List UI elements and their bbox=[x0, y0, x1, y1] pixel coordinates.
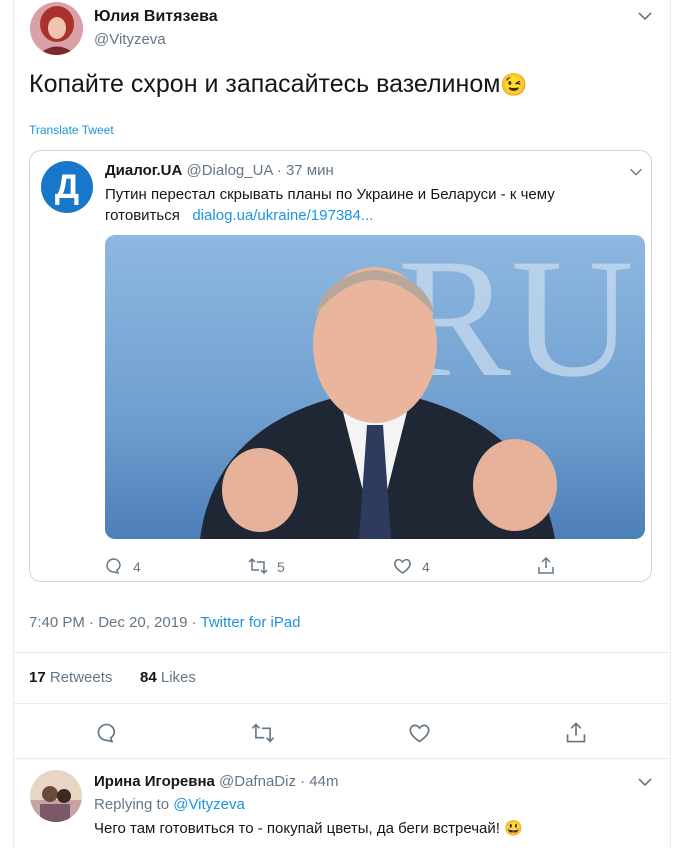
right-border bbox=[670, 0, 671, 848]
reply-author-handle[interactable]: @DafnaDiz bbox=[219, 773, 296, 790]
quoted-author-name[interactable]: Диалог.UA bbox=[105, 162, 182, 179]
author-name[interactable]: Юлия Витязева bbox=[94, 8, 218, 26]
quoted-retweet-count: 5 bbox=[277, 559, 285, 575]
quoted-reply-icon[interactable] bbox=[105, 557, 123, 575]
reply-author-name[interactable]: Ирина Игоревна bbox=[94, 773, 215, 790]
quoted-like-icon[interactable] bbox=[393, 557, 412, 575]
dialog-avatar[interactable]: Д bbox=[41, 161, 93, 213]
reply-time[interactable]: · 44m bbox=[300, 773, 338, 790]
quoted-share-icon[interactable] bbox=[537, 556, 555, 575]
tweet-text: Копайте схрон и запасайтесь вазелином😉 bbox=[29, 70, 528, 99]
quoted-link[interactable]: dialog.ua/ukraine/197384... bbox=[192, 207, 373, 224]
quoted-image[interactable]: .RU bbox=[105, 235, 645, 539]
reply-text-body: Чего там готовиться то - покупай цветы, … bbox=[94, 820, 500, 837]
likes-label: Likes bbox=[160, 669, 196, 686]
author-avatar[interactable] bbox=[30, 2, 83, 55]
chevron-down-icon[interactable] bbox=[636, 7, 654, 25]
reply-author-avatar[interactable] bbox=[30, 770, 82, 822]
likes-stat[interactable]: 84 Likes bbox=[140, 669, 196, 686]
left-border bbox=[13, 0, 14, 848]
likes-count: 84 bbox=[140, 669, 157, 686]
quoted-author-handle[interactable]: @Dialog_UA bbox=[187, 162, 273, 179]
divider bbox=[13, 758, 671, 759]
share-icon[interactable] bbox=[565, 721, 587, 744]
like-icon[interactable] bbox=[408, 722, 431, 744]
retweets-count: 17 bbox=[29, 669, 46, 686]
divider bbox=[13, 652, 671, 653]
quoted-time[interactable]: · 37 мин bbox=[277, 162, 334, 179]
reply-header: Ирина Игоревна @DafnaDiz · 44m bbox=[94, 773, 338, 790]
replying-to-prefix: Replying to bbox=[94, 796, 174, 813]
tweet-text-body: Копайте схрон и запасайтесь вазелином bbox=[29, 70, 501, 98]
reply-icon[interactable] bbox=[96, 722, 118, 744]
quoted-retweet-icon[interactable] bbox=[247, 557, 269, 575]
reply-chevron-down-icon[interactable] bbox=[636, 773, 654, 791]
retweets-label: Retweets bbox=[49, 669, 113, 686]
quoted-header: Диалог.UA @Dialog_UA · 37 мин bbox=[105, 162, 334, 179]
quoted-reply-count: 4 bbox=[133, 559, 141, 575]
translate-tweet-link[interactable]: Translate Tweet bbox=[29, 123, 114, 137]
smile-emoji: 😃 bbox=[504, 820, 523, 837]
author-handle[interactable]: @Vityzeva bbox=[94, 31, 166, 48]
replying-to-handle[interactable]: @Vityzeva bbox=[173, 796, 245, 813]
tweet-source[interactable]: Twitter for iPad bbox=[200, 614, 300, 631]
retweets-stat[interactable]: 17 Retweets bbox=[29, 669, 112, 686]
divider bbox=[13, 703, 671, 704]
quoted-chevron-down-icon[interactable] bbox=[628, 164, 644, 180]
replying-to: Replying to @Vityzeva bbox=[94, 796, 245, 813]
wink-emoji: 😉 bbox=[500, 72, 528, 97]
retweet-icon[interactable] bbox=[250, 722, 276, 744]
quoted-text: Путин перестал скрывать планы по Украине… bbox=[105, 184, 605, 226]
tweet-timestamp[interactable]: 7:40 PM · Dec 20, 2019 · bbox=[29, 614, 200, 631]
reply-text: Чего там готовиться то - покупай цветы, … bbox=[94, 819, 523, 837]
quoted-like-count: 4 bbox=[422, 559, 430, 575]
tweet-timestamp-row: 7:40 PM · Dec 20, 2019 · Twitter for iPa… bbox=[29, 614, 301, 631]
